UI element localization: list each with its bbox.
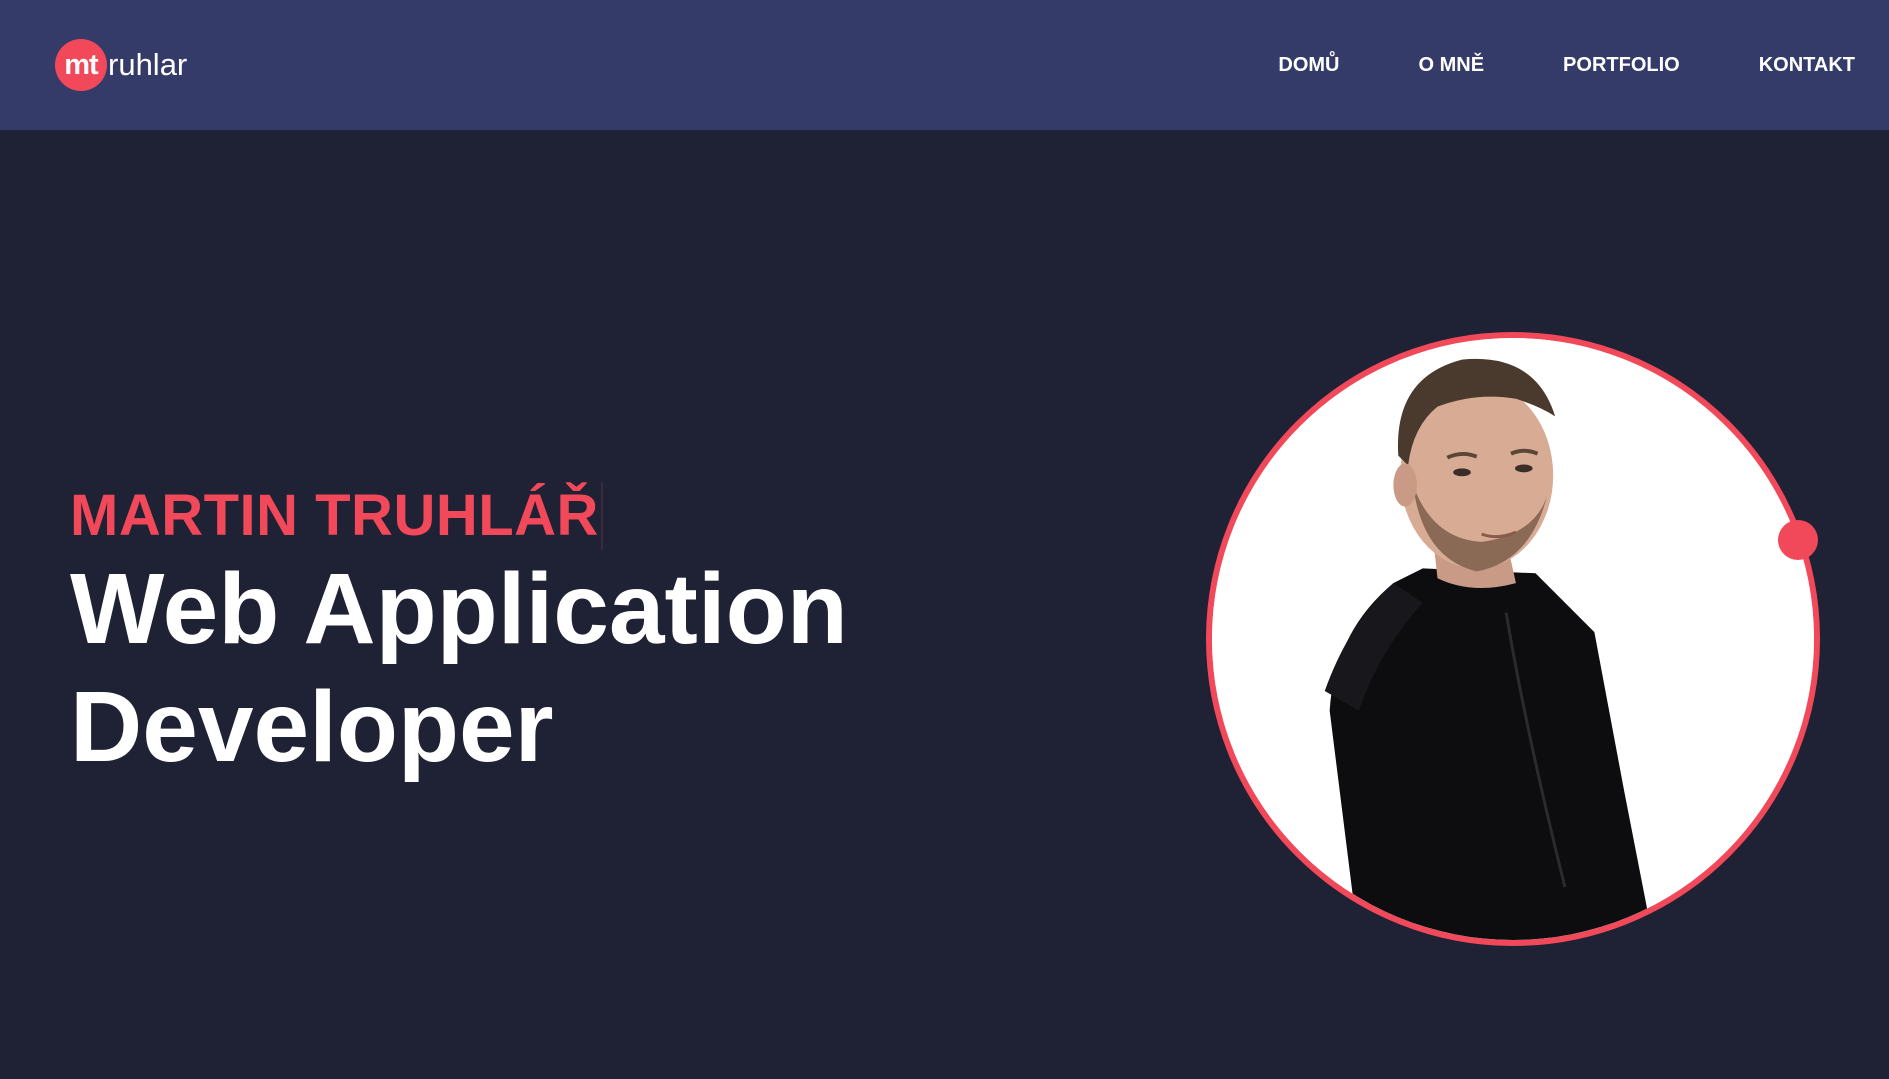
- hero-title-line-2: Developer: [70, 671, 554, 783]
- person-photo-icon: [1212, 338, 1814, 940]
- logo-text: ruhlar: [108, 47, 188, 82]
- logo-link[interactable]: mt ruhlar: [55, 39, 187, 91]
- accent-dot: [1778, 520, 1818, 560]
- nav-item-kontakt[interactable]: KONTAKT: [1759, 50, 1855, 80]
- nav-item-domu[interactable]: DOMŮ: [1278, 50, 1339, 80]
- logo-badge: mt: [55, 39, 107, 91]
- hero-title-line-1: Web Application: [70, 553, 848, 665]
- nav-item-portfolio[interactable]: PORTFOLIO: [1563, 50, 1680, 80]
- main-nav: DOMŮ O MNĚ PORTFOLIO KONTAKT: [1199, 50, 1855, 80]
- portrait: [1206, 332, 1820, 946]
- site-header: mt ruhlar DOMŮ O MNĚ PORTFOLIO KONTAKT: [0, 0, 1889, 130]
- hero-name: MARTIN TRUHLÁŘ: [70, 482, 603, 550]
- hero-title: Web Application Developer: [70, 550, 848, 786]
- portrait-photo: [1206, 332, 1820, 946]
- nav-item-o-mne[interactable]: O MNĚ: [1418, 50, 1484, 80]
- hero-text: MARTIN TRUHLÁŘ Web Application Developer: [70, 482, 848, 786]
